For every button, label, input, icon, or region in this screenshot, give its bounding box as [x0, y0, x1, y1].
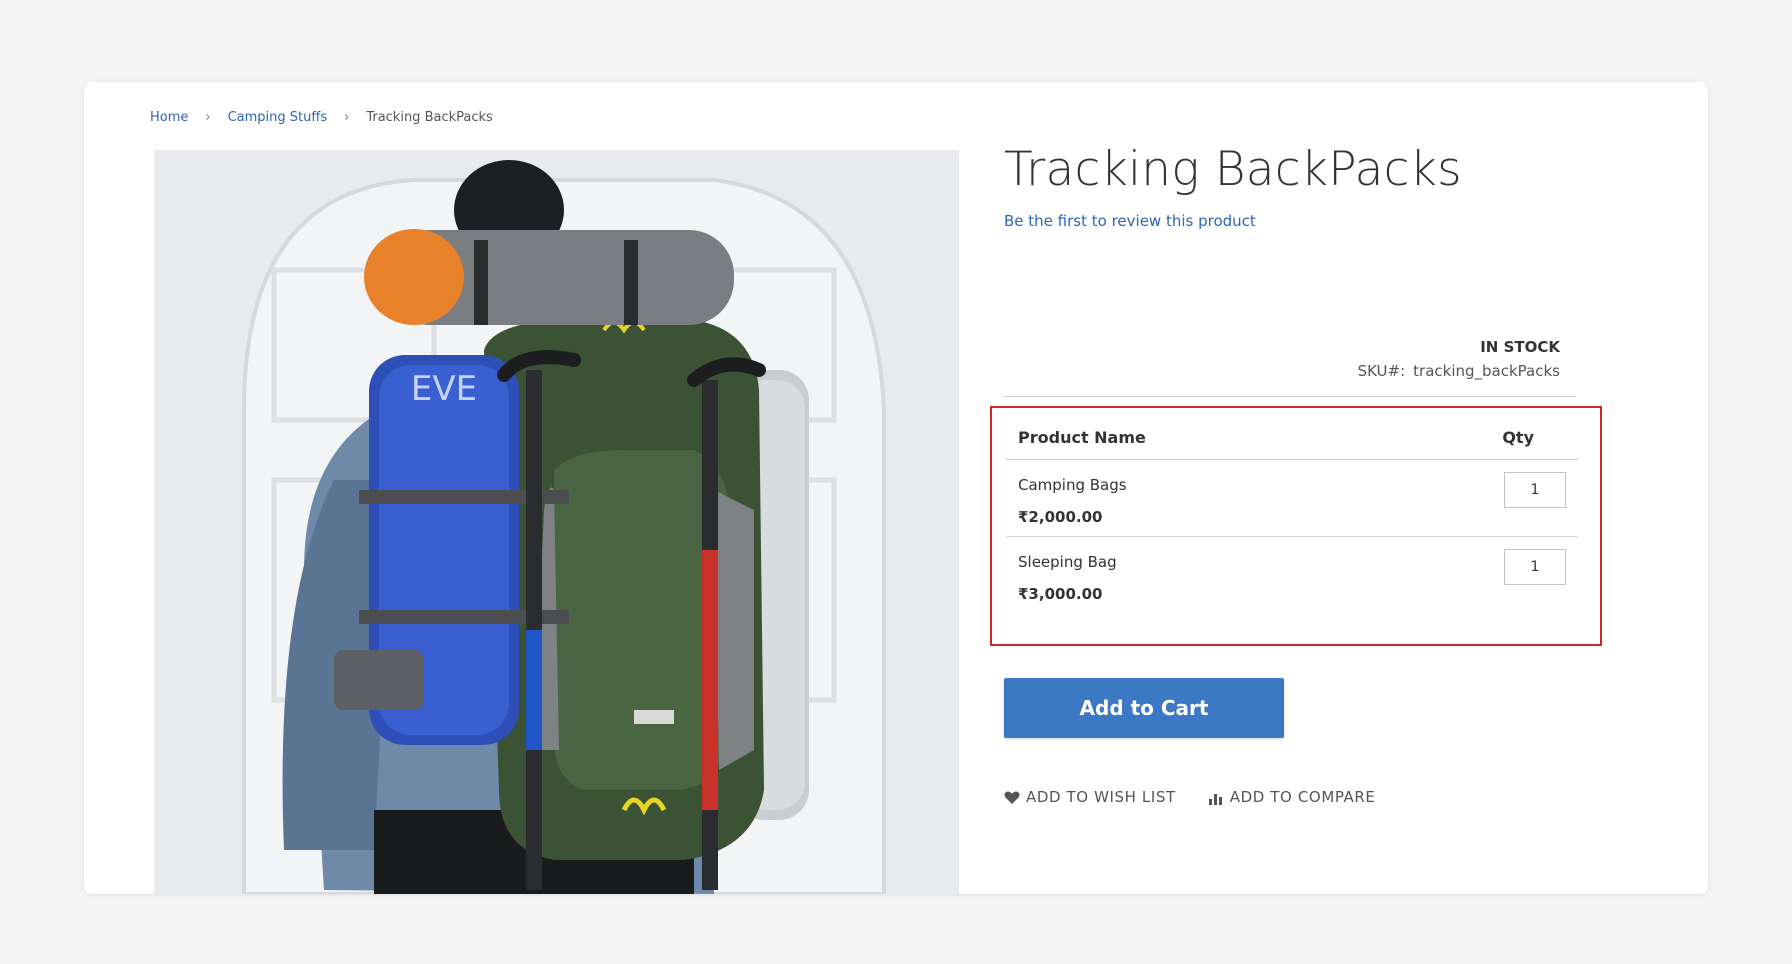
grouped-product-table: Product Name Qty Camping Bags ₹2,000.00	[990, 406, 1602, 646]
page-title: Tracking BackPacks	[1004, 142, 1462, 197]
breadcrumb-home[interactable]: Home	[150, 110, 188, 125]
table-row: Sleeping Bag ₹3,000.00	[1006, 537, 1578, 614]
backpack-photo: EVE	[154, 150, 959, 894]
grouped-table: Product Name Qty Camping Bags ₹2,000.00	[1006, 422, 1578, 613]
column-header-product-name: Product Name	[1006, 422, 1369, 460]
divider	[1004, 396, 1576, 397]
wishlist-label: ADD TO WISH LIST	[1026, 788, 1176, 806]
product-info: Tracking BackPacks Be the first to revie…	[990, 142, 1602, 806]
item-name: Sleeping Bag	[1018, 553, 1117, 571]
add-to-compare-link[interactable]: ADD TO COMPARE	[1208, 788, 1376, 806]
item-price: ₹3,000.00	[1018, 585, 1103, 603]
item-price: ₹2,000.00	[1018, 508, 1103, 526]
breadcrumb-category[interactable]: Camping Stuffs	[228, 110, 328, 125]
stock-info: IN STOCK SKU#: tracking_backPacks	[1358, 338, 1560, 380]
add-to-cart-button[interactable]: Add to Cart	[1004, 678, 1284, 738]
product-card: Home › Camping Stuffs › Tracking BackPac…	[84, 82, 1708, 894]
stock-status: IN STOCK	[1480, 338, 1560, 356]
product-image[interactable]: EVE	[154, 150, 959, 894]
sku: SKU#: tracking_backPacks	[1358, 362, 1560, 380]
breadcrumb: Home › Camping Stuffs › Tracking BackPac…	[150, 110, 493, 125]
sku-value: tracking_backPacks	[1413, 362, 1560, 380]
review-link[interactable]: Be the first to review this product	[1004, 212, 1256, 230]
qty-input[interactable]	[1504, 472, 1566, 508]
breadcrumb-separator: ›	[205, 110, 211, 125]
column-header-qty: Qty	[1368, 422, 1578, 460]
product-actions: ADD TO WISH LIST ADD TO COMPARE	[1004, 788, 1376, 806]
compare-label: ADD TO COMPARE	[1229, 788, 1376, 806]
breadcrumb-separator: ›	[344, 110, 350, 125]
sku-label: SKU#:	[1357, 362, 1406, 380]
bar-chart-icon	[1208, 793, 1222, 805]
heart-icon	[1004, 790, 1020, 804]
breadcrumb-current: Tracking BackPacks	[366, 110, 493, 125]
table-row: Camping Bags ₹2,000.00	[1006, 459, 1578, 537]
svg-text:EVE: EVE	[411, 369, 477, 409]
qty-input[interactable]	[1504, 549, 1566, 585]
item-name: Camping Bags	[1018, 476, 1127, 494]
add-to-wishlist-link[interactable]: ADD TO WISH LIST	[1004, 788, 1176, 806]
